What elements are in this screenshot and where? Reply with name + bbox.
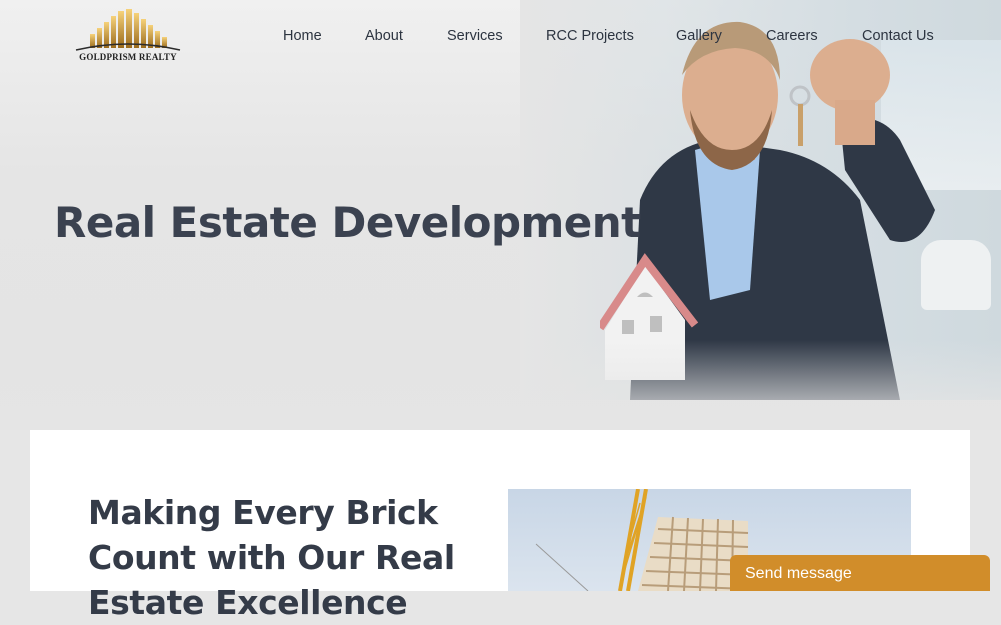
nav-gallery[interactable]: Gallery bbox=[676, 28, 722, 44]
nav-services[interactable]: Services bbox=[447, 28, 503, 44]
hero-fade bbox=[0, 340, 1001, 430]
nav-about[interactable]: About bbox=[365, 28, 403, 44]
logo-skyline-icon bbox=[75, 9, 181, 51]
hero-title: Real Estate Development bbox=[54, 198, 641, 247]
nav-contact-us[interactable]: Contact Us bbox=[862, 28, 934, 44]
nav-rcc-projects[interactable]: RCC Projects bbox=[546, 28, 634, 44]
site-header: GOLDPRISM REALTY Home About Services RCC… bbox=[0, 0, 1001, 75]
site-logo[interactable]: GOLDPRISM REALTY bbox=[72, 8, 184, 66]
intro-heading: Making Every Brick Count with Our Real E… bbox=[88, 493, 455, 622]
logo-wordmark: GOLDPRISM REALTY bbox=[79, 52, 177, 62]
nav-careers[interactable]: Careers bbox=[766, 28, 818, 44]
send-message-button[interactable]: Send message bbox=[730, 555, 990, 591]
nav-home[interactable]: Home bbox=[283, 28, 322, 44]
